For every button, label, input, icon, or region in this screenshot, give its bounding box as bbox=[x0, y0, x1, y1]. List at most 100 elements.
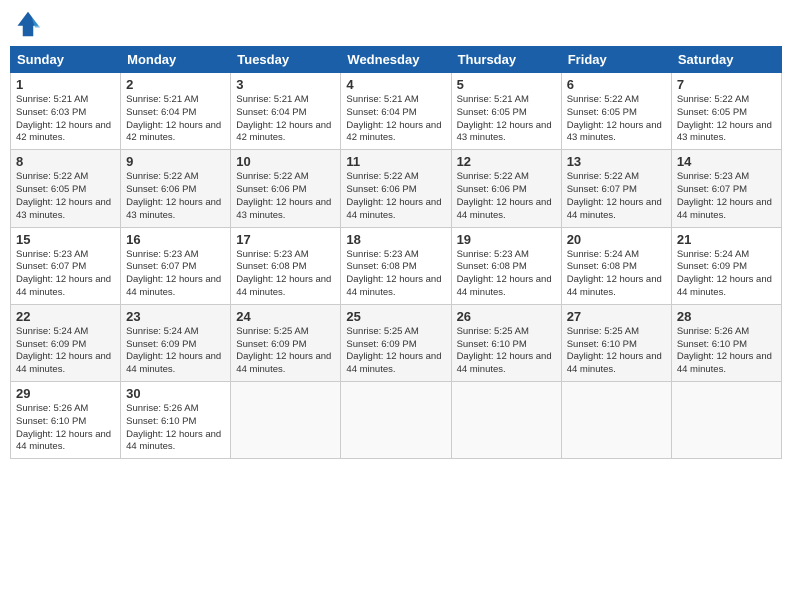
calendar-day-cell bbox=[671, 382, 781, 459]
day-number: 27 bbox=[567, 309, 666, 324]
day-info: Sunrise: 5:21 AM Sunset: 6:04 PM Dayligh… bbox=[236, 94, 335, 145]
col-header-tuesday: Tuesday bbox=[231, 47, 341, 73]
daylight-label: Daylight: 12 hours and 44 minutes. bbox=[677, 274, 772, 298]
sunset-label: Sunset: 6:09 PM bbox=[346, 339, 416, 350]
sunrise-label: Sunrise: 5:22 AM bbox=[457, 171, 529, 182]
sunrise-label: Sunrise: 5:23 AM bbox=[457, 249, 529, 260]
day-number: 3 bbox=[236, 77, 335, 92]
calendar-day-cell bbox=[231, 382, 341, 459]
sunrise-label: Sunrise: 5:25 AM bbox=[457, 326, 529, 337]
sunset-label: Sunset: 6:07 PM bbox=[16, 261, 86, 272]
daylight-label: Daylight: 12 hours and 44 minutes. bbox=[346, 351, 441, 375]
sunrise-label: Sunrise: 5:25 AM bbox=[236, 326, 308, 337]
daylight-label: Daylight: 12 hours and 44 minutes. bbox=[567, 351, 662, 375]
day-info: Sunrise: 5:24 AM Sunset: 6:08 PM Dayligh… bbox=[567, 249, 666, 300]
day-number: 28 bbox=[677, 309, 776, 324]
sunset-label: Sunset: 6:09 PM bbox=[236, 339, 306, 350]
sunset-label: Sunset: 6:03 PM bbox=[16, 107, 86, 118]
calendar-day-cell: 14 Sunrise: 5:23 AM Sunset: 6:07 PM Dayl… bbox=[671, 150, 781, 227]
sunset-label: Sunset: 6:06 PM bbox=[457, 184, 527, 195]
daylight-label: Daylight: 12 hours and 44 minutes. bbox=[567, 197, 662, 221]
day-number: 11 bbox=[346, 154, 445, 169]
calendar-day-cell: 23 Sunrise: 5:24 AM Sunset: 6:09 PM Dayl… bbox=[121, 304, 231, 381]
day-info: Sunrise: 5:22 AM Sunset: 6:05 PM Dayligh… bbox=[677, 94, 776, 145]
sunrise-label: Sunrise: 5:22 AM bbox=[677, 94, 749, 105]
day-info: Sunrise: 5:21 AM Sunset: 6:03 PM Dayligh… bbox=[16, 94, 115, 145]
sunrise-label: Sunrise: 5:26 AM bbox=[677, 326, 749, 337]
calendar-day-cell: 2 Sunrise: 5:21 AM Sunset: 6:04 PM Dayli… bbox=[121, 73, 231, 150]
calendar-day-cell: 13 Sunrise: 5:22 AM Sunset: 6:07 PM Dayl… bbox=[561, 150, 671, 227]
day-number: 29 bbox=[16, 386, 115, 401]
day-number: 22 bbox=[16, 309, 115, 324]
col-header-monday: Monday bbox=[121, 47, 231, 73]
day-number: 12 bbox=[457, 154, 556, 169]
calendar-day-cell bbox=[451, 382, 561, 459]
sunset-label: Sunset: 6:06 PM bbox=[126, 184, 196, 195]
calendar-header-row: SundayMondayTuesdayWednesdayThursdayFrid… bbox=[11, 47, 782, 73]
sunset-label: Sunset: 6:10 PM bbox=[16, 416, 86, 427]
sunset-label: Sunset: 6:10 PM bbox=[126, 416, 196, 427]
col-header-saturday: Saturday bbox=[671, 47, 781, 73]
sunset-label: Sunset: 6:09 PM bbox=[677, 261, 747, 272]
day-info: Sunrise: 5:23 AM Sunset: 6:07 PM Dayligh… bbox=[126, 249, 225, 300]
sunrise-label: Sunrise: 5:21 AM bbox=[16, 94, 88, 105]
day-number: 17 bbox=[236, 232, 335, 247]
calendar-day-cell: 4 Sunrise: 5:21 AM Sunset: 6:04 PM Dayli… bbox=[341, 73, 451, 150]
day-info: Sunrise: 5:22 AM Sunset: 6:05 PM Dayligh… bbox=[16, 171, 115, 222]
day-info: Sunrise: 5:24 AM Sunset: 6:09 PM Dayligh… bbox=[126, 326, 225, 377]
calendar-day-cell: 12 Sunrise: 5:22 AM Sunset: 6:06 PM Dayl… bbox=[451, 150, 561, 227]
calendar-table: SundayMondayTuesdayWednesdayThursdayFrid… bbox=[10, 46, 782, 459]
day-info: Sunrise: 5:22 AM Sunset: 6:06 PM Dayligh… bbox=[346, 171, 445, 222]
day-number: 9 bbox=[126, 154, 225, 169]
sunset-label: Sunset: 6:06 PM bbox=[236, 184, 306, 195]
day-number: 26 bbox=[457, 309, 556, 324]
day-info: Sunrise: 5:21 AM Sunset: 6:05 PM Dayligh… bbox=[457, 94, 556, 145]
day-number: 6 bbox=[567, 77, 666, 92]
daylight-label: Daylight: 12 hours and 42 minutes. bbox=[236, 120, 331, 144]
logo-icon bbox=[14, 10, 42, 38]
day-number: 5 bbox=[457, 77, 556, 92]
day-number: 19 bbox=[457, 232, 556, 247]
sunrise-label: Sunrise: 5:25 AM bbox=[567, 326, 639, 337]
sunrise-label: Sunrise: 5:21 AM bbox=[236, 94, 308, 105]
sunset-label: Sunset: 6:04 PM bbox=[126, 107, 196, 118]
calendar-day-cell: 22 Sunrise: 5:24 AM Sunset: 6:09 PM Dayl… bbox=[11, 304, 121, 381]
col-header-wednesday: Wednesday bbox=[341, 47, 451, 73]
sunrise-label: Sunrise: 5:23 AM bbox=[677, 171, 749, 182]
calendar-day-cell bbox=[561, 382, 671, 459]
day-number: 1 bbox=[16, 77, 115, 92]
calendar-day-cell: 26 Sunrise: 5:25 AM Sunset: 6:10 PM Dayl… bbox=[451, 304, 561, 381]
sunset-label: Sunset: 6:06 PM bbox=[346, 184, 416, 195]
sunset-label: Sunset: 6:07 PM bbox=[567, 184, 637, 195]
sunrise-label: Sunrise: 5:22 AM bbox=[346, 171, 418, 182]
daylight-label: Daylight: 12 hours and 44 minutes. bbox=[126, 274, 221, 298]
sunset-label: Sunset: 6:04 PM bbox=[346, 107, 416, 118]
sunrise-label: Sunrise: 5:21 AM bbox=[346, 94, 418, 105]
sunrise-label: Sunrise: 5:23 AM bbox=[236, 249, 308, 260]
day-info: Sunrise: 5:26 AM Sunset: 6:10 PM Dayligh… bbox=[16, 403, 115, 454]
logo bbox=[14, 10, 46, 38]
day-number: 8 bbox=[16, 154, 115, 169]
day-number: 7 bbox=[677, 77, 776, 92]
daylight-label: Daylight: 12 hours and 43 minutes. bbox=[236, 197, 331, 221]
sunset-label: Sunset: 6:05 PM bbox=[16, 184, 86, 195]
day-info: Sunrise: 5:23 AM Sunset: 6:07 PM Dayligh… bbox=[16, 249, 115, 300]
day-number: 14 bbox=[677, 154, 776, 169]
calendar-day-cell: 7 Sunrise: 5:22 AM Sunset: 6:05 PM Dayli… bbox=[671, 73, 781, 150]
daylight-label: Daylight: 12 hours and 44 minutes. bbox=[16, 274, 111, 298]
day-info: Sunrise: 5:25 AM Sunset: 6:09 PM Dayligh… bbox=[236, 326, 335, 377]
calendar-day-cell: 28 Sunrise: 5:26 AM Sunset: 6:10 PM Dayl… bbox=[671, 304, 781, 381]
calendar-day-cell: 21 Sunrise: 5:24 AM Sunset: 6:09 PM Dayl… bbox=[671, 227, 781, 304]
day-number: 30 bbox=[126, 386, 225, 401]
calendar-week-row: 22 Sunrise: 5:24 AM Sunset: 6:09 PM Dayl… bbox=[11, 304, 782, 381]
calendar-day-cell bbox=[341, 382, 451, 459]
day-info: Sunrise: 5:24 AM Sunset: 6:09 PM Dayligh… bbox=[677, 249, 776, 300]
day-info: Sunrise: 5:24 AM Sunset: 6:09 PM Dayligh… bbox=[16, 326, 115, 377]
day-number: 25 bbox=[346, 309, 445, 324]
day-info: Sunrise: 5:23 AM Sunset: 6:08 PM Dayligh… bbox=[236, 249, 335, 300]
daylight-label: Daylight: 12 hours and 44 minutes. bbox=[457, 274, 552, 298]
sunrise-label: Sunrise: 5:25 AM bbox=[346, 326, 418, 337]
calendar-day-cell: 8 Sunrise: 5:22 AM Sunset: 6:05 PM Dayli… bbox=[11, 150, 121, 227]
sunrise-label: Sunrise: 5:22 AM bbox=[16, 171, 88, 182]
calendar-day-cell: 6 Sunrise: 5:22 AM Sunset: 6:05 PM Dayli… bbox=[561, 73, 671, 150]
